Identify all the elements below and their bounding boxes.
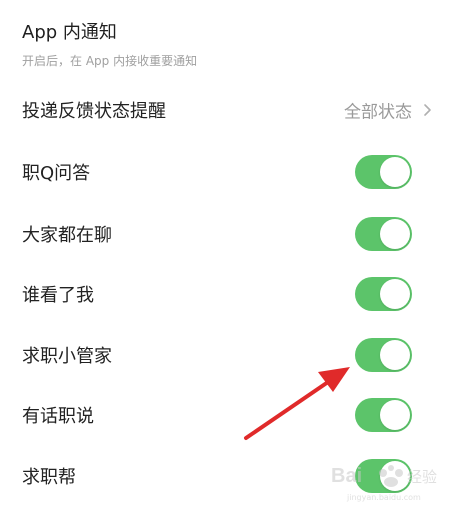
- baidu-watermark-logo: Bai 经验 jingyan.baidu.com: [331, 465, 437, 502]
- toggle-row-job-assistant: 求职小管家: [0, 325, 456, 385]
- toggle-label: 大家都在聊: [22, 225, 112, 246]
- section-description: 开启后，在 App 内接收重要通知: [22, 54, 198, 68]
- toggle-label: 有话职说: [22, 406, 94, 427]
- svg-text:经验: 经验: [407, 468, 437, 486]
- svg-text:Bai: Bai: [331, 465, 362, 487]
- toggle-row-who-viewed-me: 谁看了我: [0, 264, 456, 324]
- toggle-row-zhiq-qa: 职Q问答: [0, 142, 456, 202]
- toggle-knob: [380, 400, 410, 430]
- who-viewed-me-toggle[interactable]: [355, 277, 412, 311]
- delivery-feedback-label: 投递反馈状态提醒: [22, 101, 166, 122]
- toggle-row-speak-out: 有话职说: [0, 385, 456, 445]
- chevron-right-icon: [424, 104, 431, 116]
- toggle-knob: [380, 219, 410, 249]
- svg-text:jingyan.baidu.com: jingyan.baidu.com: [346, 493, 421, 502]
- toggle-knob: [380, 340, 410, 370]
- section-title: App 内通知: [22, 22, 117, 43]
- section-header: App 内通知 开启后，在 App 内接收重要通知: [22, 0, 442, 80]
- zhiq-qa-toggle[interactable]: [355, 155, 412, 189]
- job-assistant-toggle[interactable]: [355, 338, 412, 372]
- speak-out-toggle[interactable]: [355, 398, 412, 432]
- delivery-feedback-row[interactable]: 投递反馈状态提醒 全部状态: [0, 80, 456, 140]
- everyone-chatting-toggle[interactable]: [355, 217, 412, 251]
- toggle-knob: [380, 279, 410, 309]
- toggle-label: 求职帮: [22, 467, 76, 488]
- toggle-label: 求职小管家: [22, 346, 112, 367]
- toggle-label: 谁看了我: [22, 285, 94, 306]
- delivery-feedback-value: 全部状态: [344, 102, 412, 123]
- toggle-knob: [380, 157, 410, 187]
- toggle-row-everyone-chatting: 大家都在聊: [0, 204, 456, 264]
- toggle-label: 职Q问答: [22, 163, 91, 184]
